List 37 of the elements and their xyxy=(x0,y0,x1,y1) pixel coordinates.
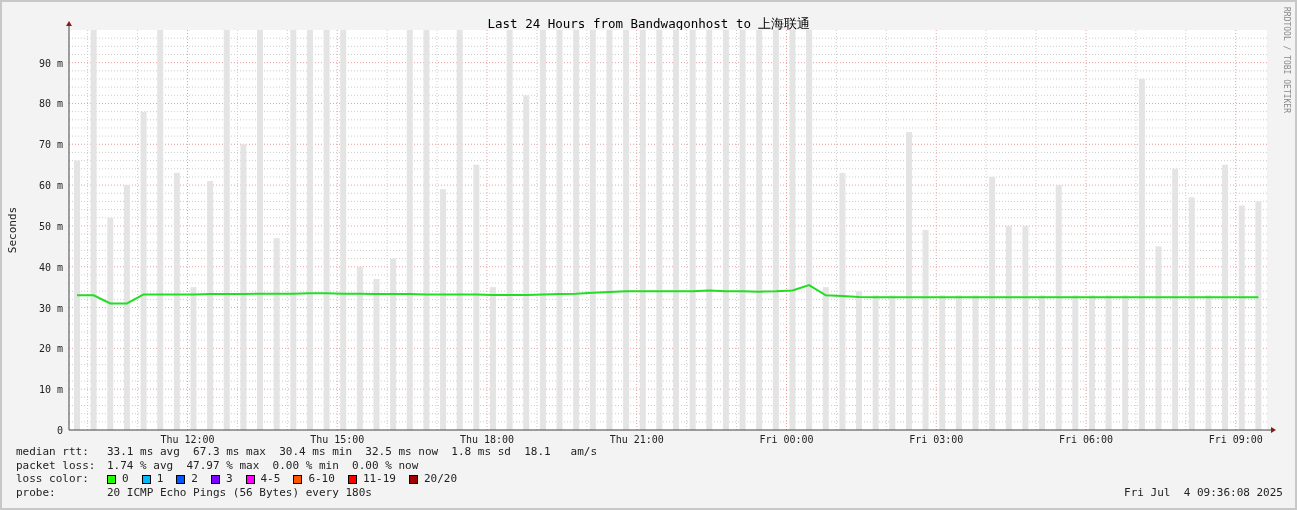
y-tick-label: 50 m xyxy=(38,220,63,232)
y-tick-label: 80 m xyxy=(38,98,63,110)
y-tick-label: 40 m xyxy=(38,261,63,273)
y-tick-label: 90 m xyxy=(38,57,63,69)
loss-color-label: 4-5 xyxy=(260,472,281,487)
loss-color-label: 6-10 xyxy=(308,472,335,487)
loss-color-label: 1 xyxy=(156,472,164,487)
x-tick-label: Thu 18:00 xyxy=(459,434,515,445)
legend-value: 33.1 ms avg 67.3 ms max 30.4 ms min 32.5 ms now 1.8 ms sd 18.1 am/s xyxy=(107,445,598,459)
legend-value: 20 ICMP Echo Pings (56 Bytes) every 180s xyxy=(107,486,372,500)
legend-label: median rtt: xyxy=(16,445,90,459)
loss-color-label: 2 xyxy=(191,472,198,487)
legend-label: packet loss: xyxy=(16,458,97,473)
timestamp: Fri Jul 4 09:36:08 2025 xyxy=(1124,486,1283,500)
x-tick-label: Thu 12:00 xyxy=(160,434,215,445)
credit-text: RRDTOOL / TOBI OETIKER xyxy=(1282,7,1291,113)
x-tick-label: Fri 03:00 xyxy=(909,434,964,445)
x-tick-label: Fri 06:00 xyxy=(1058,434,1114,445)
legend-value: 1.74 % avg 47.97 % max 0.00 % min 0.00 % now xyxy=(107,458,419,473)
y-tick-label: 30 m xyxy=(38,302,63,314)
chart-title: Last 24 Hours from Bandwagonhost to 上海联通 xyxy=(487,16,811,31)
y-tick-label: 20 m xyxy=(38,343,63,355)
y-tick-label: 10 m xyxy=(38,384,63,396)
x-tick-label: Fri 09:00 xyxy=(1208,434,1263,445)
y-axis-label: Seconds xyxy=(6,206,19,254)
y-tick-label: 60 m xyxy=(38,180,63,192)
y-tick-label: 70 m xyxy=(38,139,63,151)
x-tick-label: Fri 00:00 xyxy=(759,434,814,445)
loss-color-label: 20/20 xyxy=(424,472,458,487)
legend-label: probe: xyxy=(16,486,57,500)
legend-label: loss color: xyxy=(16,472,90,487)
y-tick-label: 0 xyxy=(56,425,63,436)
loss-color-label: 0 xyxy=(122,472,129,487)
loss-color-label: 11-19 xyxy=(362,472,396,487)
x-tick-label: Thu 21:00 xyxy=(609,434,664,445)
loss-color-label: 3 xyxy=(225,472,233,487)
x-tick-label: Thu 15:00 xyxy=(310,434,365,445)
